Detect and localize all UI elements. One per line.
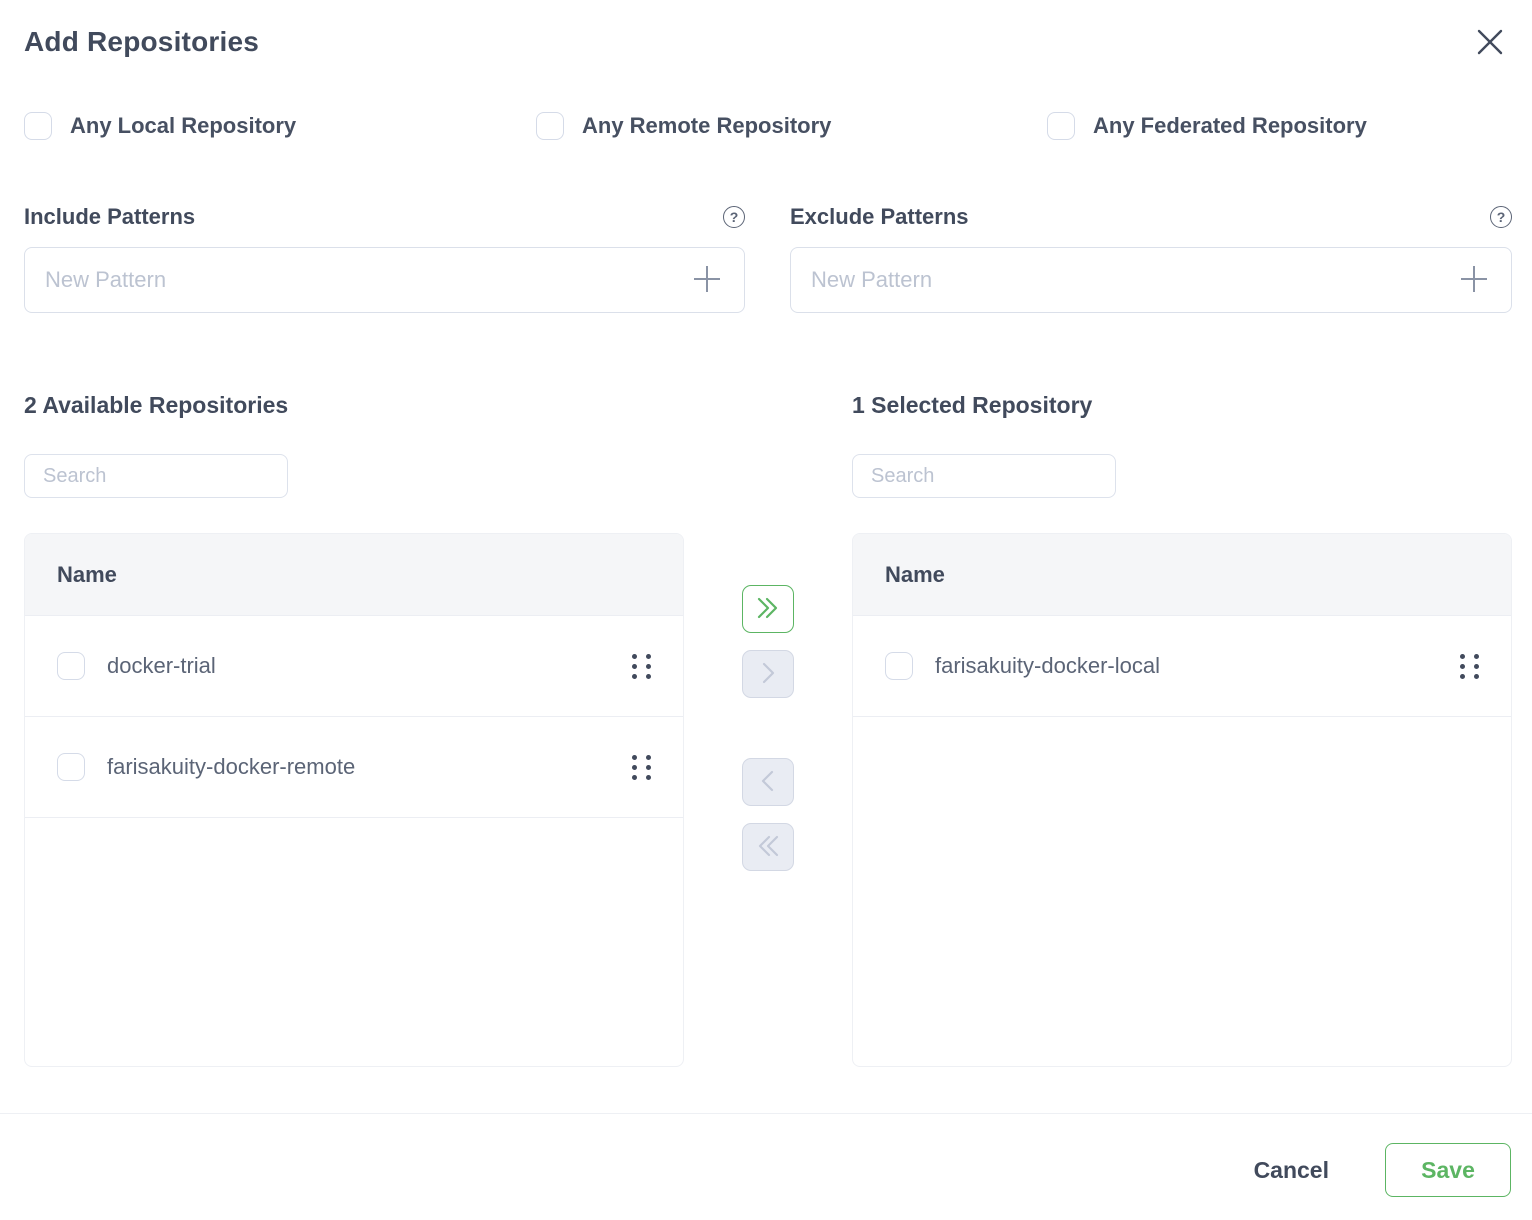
plus-icon <box>1458 263 1490 298</box>
available-search-input[interactable] <box>24 454 288 498</box>
available-repositories-heading: 2 Available Repositories <box>24 392 288 419</box>
available-repositories-table: Name docker-trial farisakuity-docker-rem… <box>24 533 684 1067</box>
checkbox-icon[interactable] <box>1047 112 1075 140</box>
table-row[interactable]: farisakuity-docker-local <box>853 616 1511 717</box>
move-all-left-button[interactable] <box>742 823 794 871</box>
drag-handle-icon[interactable] <box>628 650 655 683</box>
include-pattern-field <box>24 247 745 313</box>
include-patterns-label: Include Patterns <box>24 204 195 230</box>
any-remote-repository-checkbox[interactable]: Any Remote Repository <box>536 112 831 140</box>
exclude-patterns-header: Exclude Patterns ? <box>790 203 1512 231</box>
move-all-right-button[interactable] <box>742 585 794 633</box>
checkbox-icon[interactable] <box>536 112 564 140</box>
chevron-right-icon <box>755 660 781 689</box>
repository-name: farisakuity-docker-remote <box>107 754 606 780</box>
any-local-repository-checkbox[interactable]: Any Local Repository <box>24 112 296 140</box>
close-icon <box>1475 27 1505 60</box>
repository-name: farisakuity-docker-local <box>935 653 1434 679</box>
help-icon[interactable]: ? <box>1490 206 1512 228</box>
drag-handle-icon[interactable] <box>1456 650 1483 683</box>
table-column-header: Name <box>25 534 683 616</box>
double-chevron-left-icon <box>753 833 783 862</box>
save-button[interactable]: Save <box>1385 1143 1511 1197</box>
exclude-patterns-label: Exclude Patterns <box>790 204 969 230</box>
repo-type-row: Any Local Repository Any Remote Reposito… <box>0 112 1532 142</box>
checkbox-icon[interactable] <box>24 112 52 140</box>
row-checkbox[interactable] <box>57 753 85 781</box>
cancel-button[interactable]: Cancel <box>1254 1157 1329 1184</box>
any-federated-repository-checkbox[interactable]: Any Federated Repository <box>1047 112 1367 140</box>
repository-name: docker-trial <box>107 653 606 679</box>
exclude-pattern-input[interactable] <box>811 267 1457 293</box>
add-repositories-modal: Add Repositories Any Local Repository An… <box>0 0 1532 1220</box>
exclude-pattern-field <box>790 247 1512 313</box>
footer-divider <box>0 1113 1532 1114</box>
table-row[interactable]: farisakuity-docker-remote <box>25 717 683 818</box>
include-patterns-header: Include Patterns ? <box>24 203 745 231</box>
modal-title: Add Repositories <box>24 26 259 58</box>
footer: Cancel Save <box>1254 1143 1511 1197</box>
selected-search-input[interactable] <box>852 454 1116 498</box>
row-checkbox[interactable] <box>57 652 85 680</box>
checkbox-label: Any Federated Repository <box>1093 113 1367 139</box>
selected-repositories-table: Name farisakuity-docker-local <box>852 533 1512 1067</box>
close-button[interactable] <box>1474 27 1506 59</box>
checkbox-label: Any Remote Repository <box>582 113 831 139</box>
move-right-button[interactable] <box>742 650 794 698</box>
add-include-pattern-button[interactable] <box>690 263 724 297</box>
checkbox-label: Any Local Repository <box>70 113 296 139</box>
table-column-header: Name <box>853 534 1511 616</box>
add-exclude-pattern-button[interactable] <box>1457 263 1491 297</box>
row-checkbox[interactable] <box>885 652 913 680</box>
include-pattern-input[interactable] <box>45 267 690 293</box>
help-icon[interactable]: ? <box>723 206 745 228</box>
move-left-button[interactable] <box>742 758 794 806</box>
drag-handle-icon[interactable] <box>628 751 655 784</box>
table-row[interactable]: docker-trial <box>25 616 683 717</box>
double-chevron-right-icon <box>753 595 783 624</box>
chevron-left-icon <box>755 768 781 797</box>
plus-icon <box>691 263 723 298</box>
selected-repository-heading: 1 Selected Repository <box>852 392 1092 419</box>
